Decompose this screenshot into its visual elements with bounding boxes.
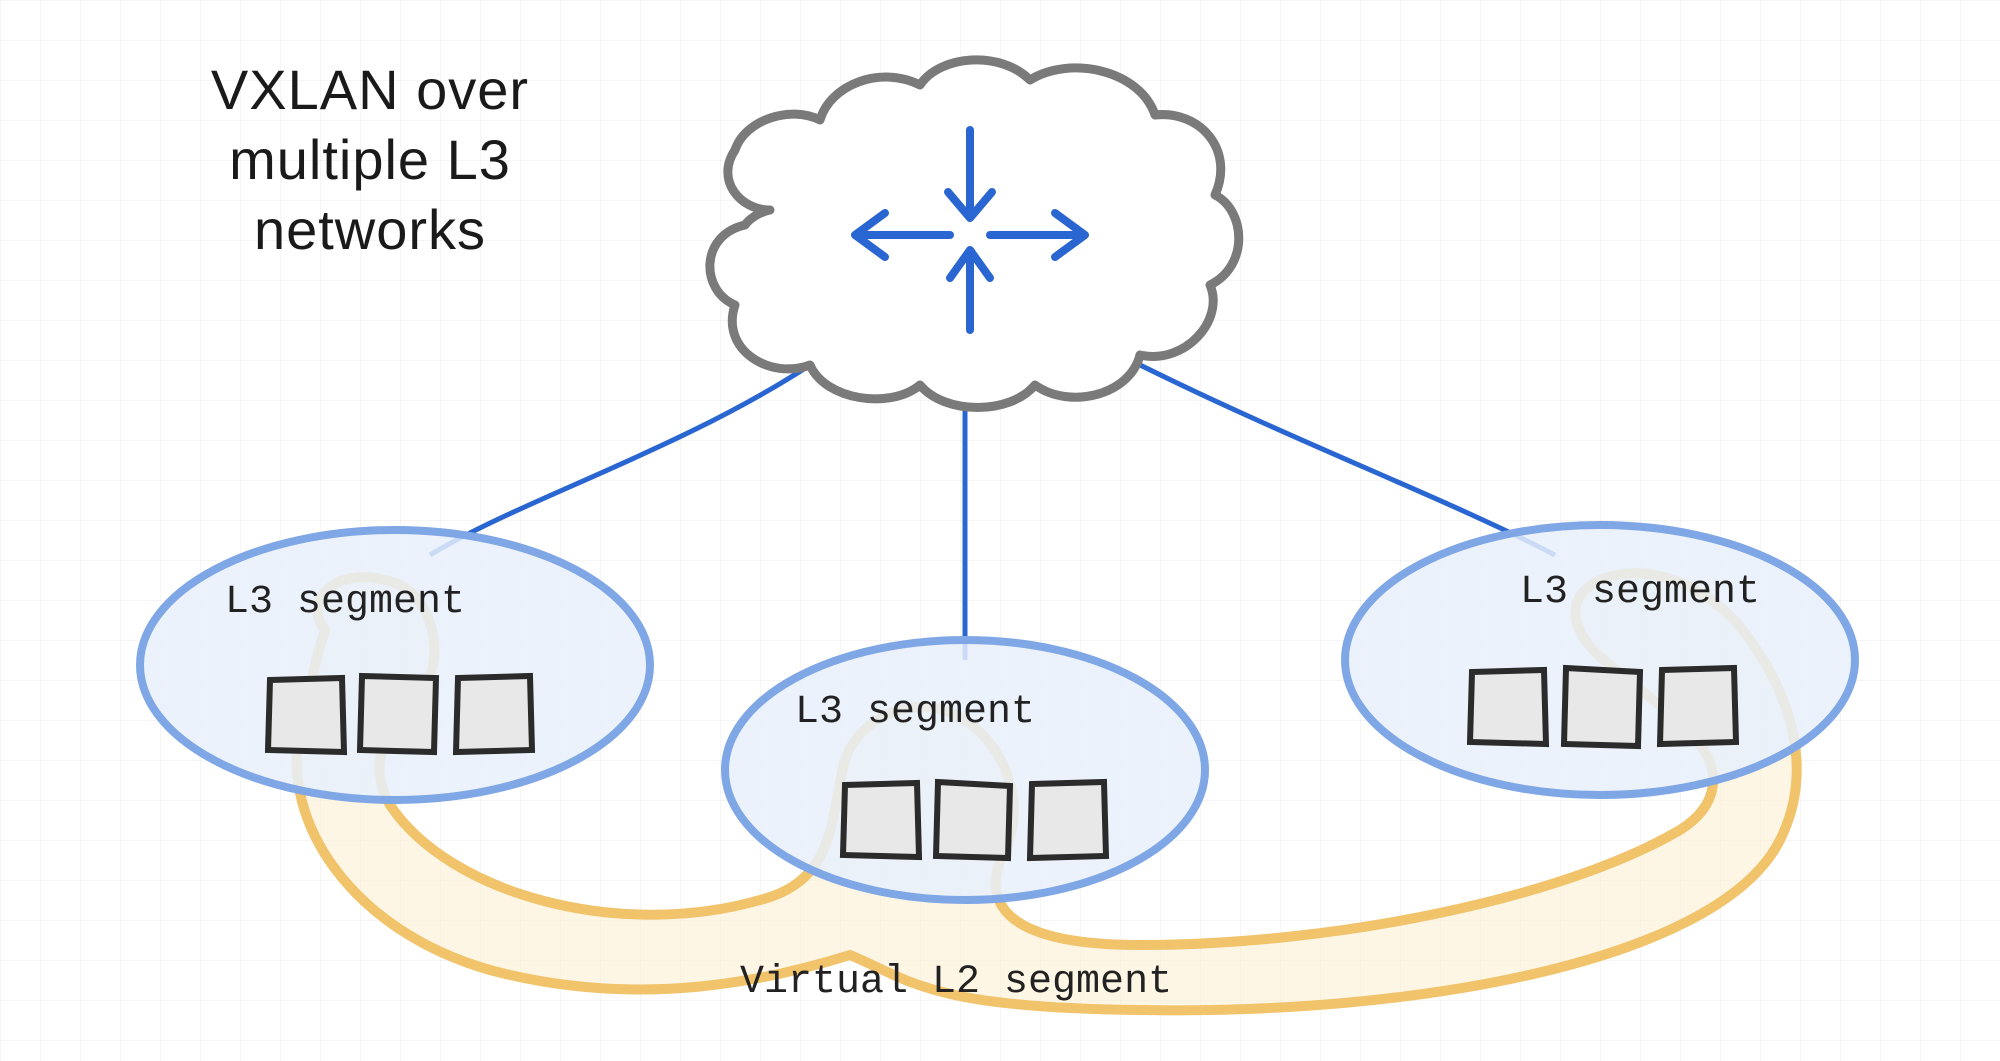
node-group-middle bbox=[843, 782, 1106, 858]
title-line-2: multiple L3 bbox=[140, 125, 600, 195]
title-line-3: networks bbox=[140, 195, 600, 265]
virtual-l2-label: Virtual L2 segment bbox=[740, 960, 1172, 1005]
title-line-1: VXLAN over bbox=[140, 55, 600, 125]
link-cloud-left bbox=[430, 365, 810, 555]
cloud-router bbox=[710, 60, 1239, 408]
diagram-title: VXLAN over multiple L3 networks bbox=[140, 55, 600, 265]
l3-segment-middle-label: L3 segment bbox=[795, 690, 1035, 735]
node-group-left bbox=[268, 676, 532, 752]
l3-segment-right-label: L3 segment bbox=[1520, 570, 1760, 615]
diagram-canvas: VXLAN over multiple L3 networks L3 segme… bbox=[0, 0, 2000, 1061]
l3-segment-left-label: L3 segment bbox=[225, 580, 465, 625]
l3-segment-left bbox=[140, 530, 650, 800]
node-group-right bbox=[1470, 668, 1736, 746]
l3-segment-middle bbox=[725, 640, 1205, 900]
link-cloud-right bbox=[1130, 360, 1555, 555]
l3-segment-right bbox=[1345, 525, 1855, 795]
